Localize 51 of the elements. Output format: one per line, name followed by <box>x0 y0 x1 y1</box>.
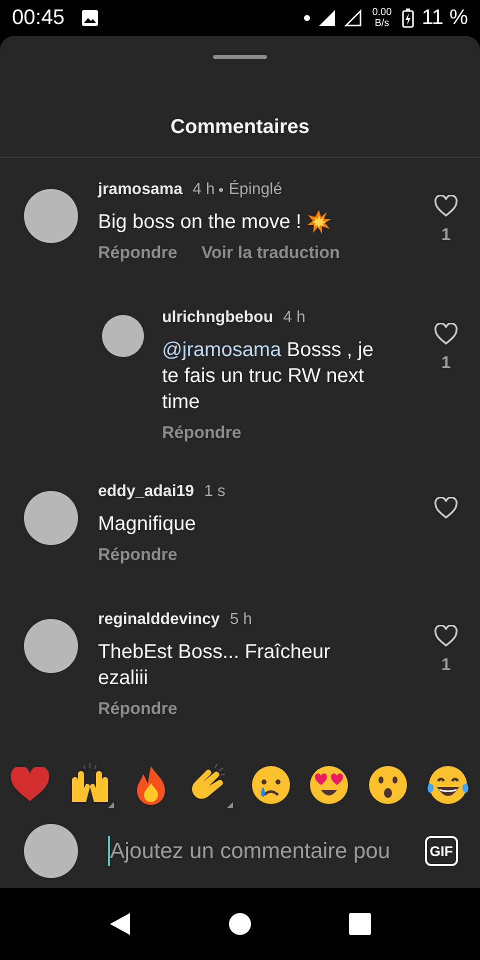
comment-time: 4 h <box>192 181 215 199</box>
comment-time: 5 h <box>230 611 252 629</box>
heart-outline-icon[interactable] <box>434 323 458 345</box>
battery-charging-icon <box>402 8 414 28</box>
sheet-title: Commentaires <box>0 59 480 158</box>
username[interactable]: ulrichngbebou <box>162 309 274 327</box>
back-icon[interactable] <box>109 912 131 936</box>
signal-empty-icon <box>344 9 362 27</box>
heart-outline-icon[interactable] <box>434 195 458 217</box>
pinned-label: Épinglé <box>228 181 282 199</box>
avatar-placeholder[interactable] <box>24 491 78 545</box>
reply-link[interactable]: Répondre <box>98 699 178 719</box>
username[interactable]: reginalddevincy <box>98 611 220 629</box>
like-count: 1 <box>441 655 451 675</box>
comment-text: Magnifique <box>98 512 196 537</box>
comment-time: 4 h <box>283 309 306 327</box>
notification-dot-icon <box>304 15 310 21</box>
tears-of-joy-emoji-icon[interactable] <box>426 765 470 805</box>
avatar-placeholder[interactable] <box>24 619 78 673</box>
comment-input-field[interactable]: Ajoutez un commentaire pou <box>108 834 395 868</box>
surprised-face-emoji-icon[interactable] <box>368 765 408 805</box>
translate-link[interactable]: Voir la traduction <box>201 243 340 263</box>
crying-face-emoji-icon[interactable] <box>251 765 292 805</box>
network-speed: 0.00 B/s <box>372 7 392 29</box>
image-icon <box>80 9 99 27</box>
comment-text: ThebEst Boss... Fraîcheur ezaliii <box>98 640 332 691</box>
comment-text: @jramosama Bosss , je te fais un truc RW next time <box>162 338 374 415</box>
comment-text: Big boss on the move ! <box>98 210 302 235</box>
comment-time: 1 s <box>204 483 226 501</box>
heart-eyes-face-emoji-icon[interactable] <box>309 765 350 805</box>
username[interactable]: eddy_adai19 <box>98 483 194 501</box>
gif-button[interactable]: GIF <box>424 836 458 866</box>
drag-handle[interactable] <box>213 55 267 59</box>
home-icon[interactable] <box>229 913 251 935</box>
heart-emoji-icon[interactable] <box>10 767 50 803</box>
heart-outline-icon[interactable] <box>434 497 458 519</box>
signal-icon <box>318 9 336 27</box>
battery-percent: 11 % <box>422 6 468 30</box>
heart-outline-icon[interactable] <box>434 625 458 647</box>
avatar-placeholder[interactable] <box>24 189 78 243</box>
reply-link[interactable]: Répondre <box>98 243 178 263</box>
avatar-placeholder[interactable] <box>102 315 144 357</box>
username[interactable]: jramosama <box>98 181 182 199</box>
mention-link[interactable]: @jramosama <box>162 339 282 361</box>
like-count: 1 <box>441 353 451 373</box>
like-count: 1 <box>441 225 451 245</box>
avatar-placeholder[interactable] <box>24 824 78 878</box>
status-time: 00:45 <box>12 6 65 30</box>
separator-dot <box>218 188 223 192</box>
reply-link[interactable]: Répondre <box>162 423 242 443</box>
reply-link[interactable]: Répondre <box>98 545 178 565</box>
